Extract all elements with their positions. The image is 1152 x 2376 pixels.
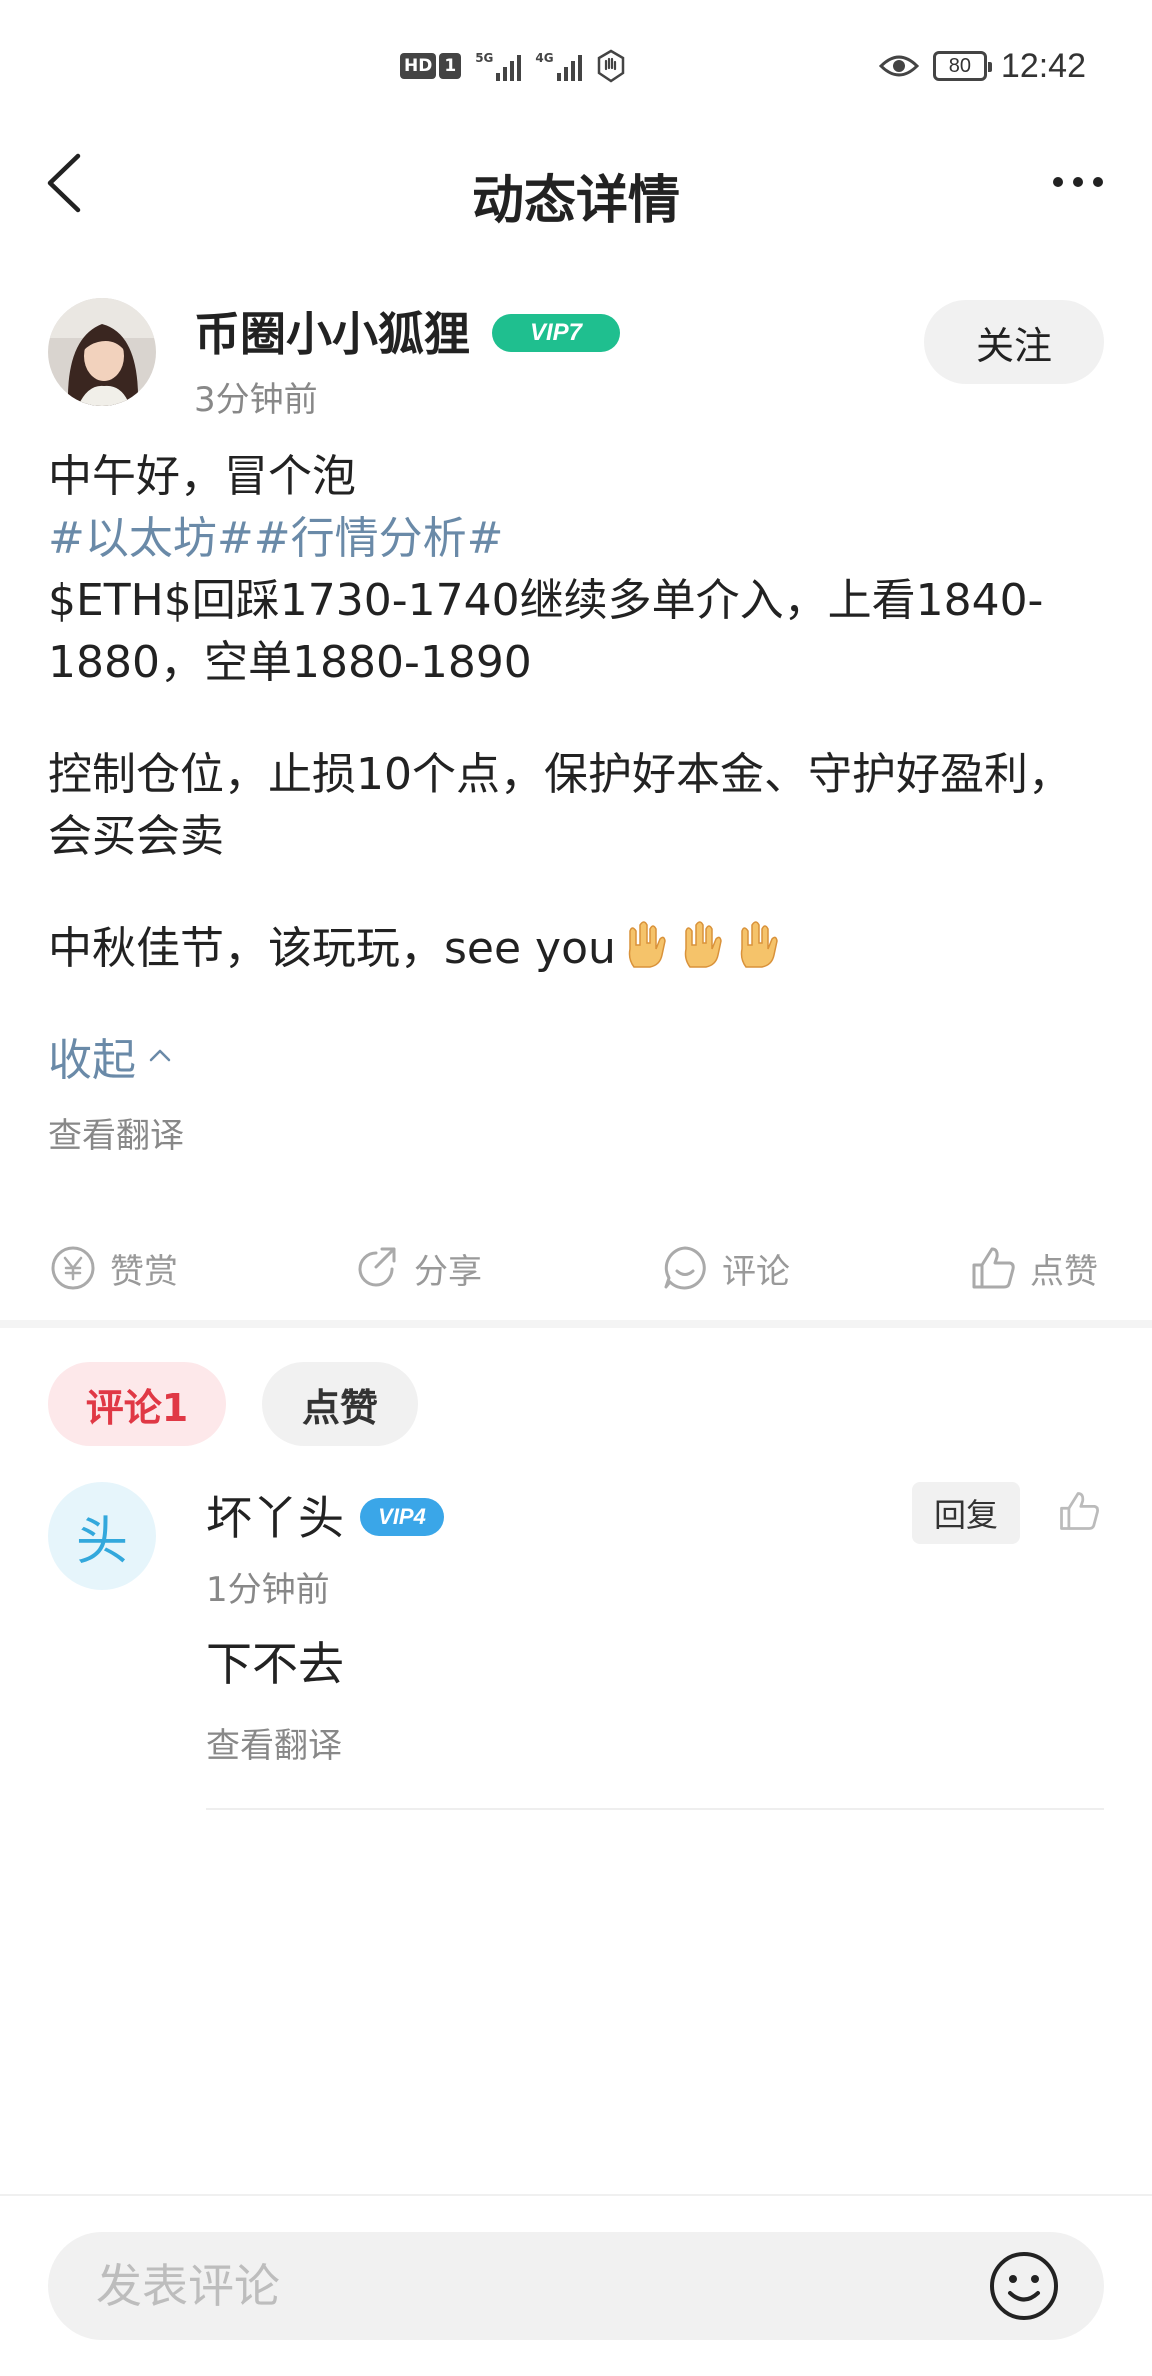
post-line: 中午好，冒个泡 bbox=[48, 451, 356, 502]
post-line: $ETH$回踩1730-1740继续多单介入，上看1840-1880，空单188… bbox=[48, 575, 1044, 688]
status-indicators: HD 1 5G 4G bbox=[400, 46, 626, 86]
reward-button[interactable]: 赞赏 bbox=[48, 1228, 178, 1308]
signal-5g-icon: 5G bbox=[475, 51, 522, 81]
eye-icon bbox=[878, 55, 919, 77]
bottom-divider bbox=[0, 2194, 1152, 2196]
commenter-avatar[interactable]: 头 bbox=[48, 1482, 156, 1590]
post-time: 3分钟前 bbox=[194, 380, 318, 420]
yen-coin-icon bbox=[51, 1246, 95, 1290]
post-line: 中秋佳节，该玩玩，see you bbox=[48, 918, 1104, 988]
clock: 12:42 bbox=[1000, 46, 1086, 85]
share-icon bbox=[358, 1247, 396, 1287]
chevron-up-icon bbox=[149, 1049, 171, 1062]
page-title: 动态详情 bbox=[471, 171, 680, 231]
comment-like-icon[interactable] bbox=[1056, 1488, 1102, 1534]
more-button[interactable] bbox=[1040, 150, 1116, 214]
battery-icon: 80 bbox=[932, 51, 992, 81]
status-bar: HD 1 5G 4G 80 12:42 bbox=[0, 0, 1152, 130]
status-right: 80 12:42 bbox=[878, 44, 1086, 88]
post-content: 中午好，冒个泡 #以太坊##行情分析# $ETH$回踩1730-1740继续多单… bbox=[48, 446, 1104, 988]
comment-tabs: 评论1 点赞 bbox=[48, 1362, 418, 1446]
collapse-button[interactable]: 收起 bbox=[48, 1024, 172, 1088]
thumbs-up-icon bbox=[972, 1247, 1015, 1289]
reply-button[interactable]: 回复 bbox=[912, 1482, 1020, 1544]
comment-input-bar bbox=[48, 2232, 1104, 2340]
comment-time: 1分钟前 bbox=[206, 1570, 330, 1610]
hand-icon bbox=[597, 49, 624, 83]
comment-button[interactable]: 评论 bbox=[660, 1228, 790, 1308]
nav-bar: 动态详情 bbox=[0, 130, 1152, 240]
comment-divider bbox=[206, 1808, 1104, 1810]
author-avatar[interactable] bbox=[48, 298, 156, 406]
tab-comments[interactable]: 评论1 bbox=[48, 1362, 226, 1446]
share-button[interactable]: 分享 bbox=[352, 1228, 482, 1308]
author-name[interactable]: 币圈小小狐狸 bbox=[194, 304, 470, 364]
commenter-name[interactable]: 坏丫头 bbox=[206, 1488, 344, 1548]
action-bar: 赞赏 分享 评论 点赞 bbox=[0, 1228, 1152, 1308]
hd-icon: HD 1 bbox=[400, 53, 462, 79]
signal-4g-icon: 4G bbox=[535, 51, 582, 81]
post-line: 控制仓位，止损10个点，保护好本金、守护好盈利，会买会卖 bbox=[48, 749, 1072, 862]
more-dots-icon bbox=[1053, 177, 1063, 187]
vip-badge: VIP7 bbox=[492, 314, 620, 352]
post-author: 币圈小小狐狸 VIP7 3分钟前 关注 bbox=[48, 298, 1104, 420]
comment-smile-icon bbox=[664, 1246, 706, 1290]
comment-input[interactable] bbox=[96, 2232, 976, 2340]
comment-text: 下不去 bbox=[206, 1637, 344, 1691]
tab-likes[interactable]: 点赞 bbox=[262, 1362, 418, 1446]
comment-translate-link[interactable]: 查看翻译 bbox=[206, 1718, 342, 1767]
rock-hand-emoji-icon bbox=[732, 919, 784, 988]
translate-link[interactable]: 查看翻译 bbox=[48, 1108, 184, 1157]
emoji-icon[interactable] bbox=[988, 2250, 1060, 2322]
post-topics[interactable]: #以太坊##行情分析# bbox=[48, 508, 1104, 570]
rock-hand-emoji-icon bbox=[620, 919, 672, 988]
like-button[interactable]: 点赞 bbox=[968, 1228, 1098, 1308]
comment-item: 头 坏丫头 VIP4 1分钟前 回复 下不去 查看翻译 bbox=[48, 1482, 1104, 1812]
rock-hand-emoji-icon bbox=[676, 919, 728, 988]
section-divider bbox=[0, 1320, 1152, 1328]
follow-button[interactable]: 关注 bbox=[924, 300, 1104, 384]
vip-badge: VIP4 bbox=[360, 1498, 444, 1536]
post-detail-screen: HD 1 5G 4G 80 12:42 动态详情 币圈小小狐狸 VIP7 3分钟… bbox=[0, 0, 1152, 2376]
avatar-image bbox=[48, 298, 156, 406]
